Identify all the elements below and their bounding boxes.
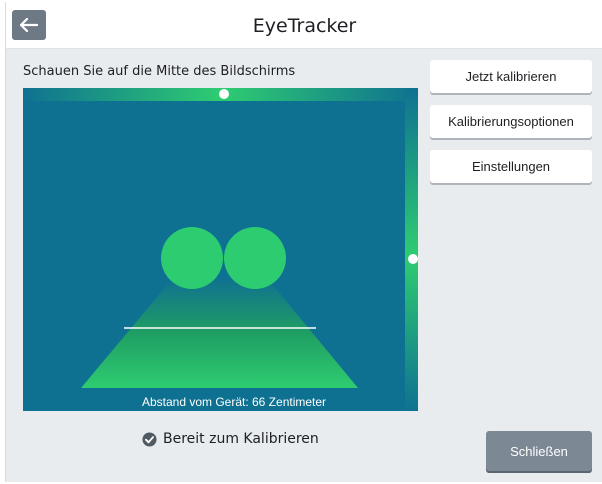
- left-eye: [161, 227, 223, 289]
- status-indicator: Bereit zum Kalibrieren: [142, 431, 319, 447]
- eyetracker-window: EyeTracker Schauen Sie auf die Mitte des…: [5, 2, 602, 482]
- app-title: EyeTracker: [252, 15, 357, 37]
- right-eye: [224, 227, 286, 289]
- tracking-cone: [81, 278, 358, 388]
- close-button[interactable]: Schließen: [486, 431, 592, 471]
- horizontal-position-marker: [219, 89, 229, 99]
- vertical-position-bar: [405, 88, 418, 411]
- tracker-viewport: Abstand vom Gerät: 66 Zentimeter: [23, 88, 418, 411]
- settings-button[interactable]: Einstellungen: [430, 150, 592, 183]
- distance-label: Abstand vom Gerät: 66 Zentimeter: [142, 395, 326, 409]
- calibration-options-button[interactable]: Kalibrierungsoptionen: [430, 105, 592, 138]
- calibrate-now-button[interactable]: Jetzt kalibrieren: [430, 60, 592, 93]
- vertical-position-marker: [408, 254, 418, 264]
- title-bar: EyeTracker: [6, 2, 602, 49]
- instruction-text: Schauen Sie auf die Mitte des Bildschirm…: [23, 64, 296, 79]
- status-label: Bereit zum Kalibrieren: [163, 431, 319, 447]
- tracker-visualization: Abstand vom Gerät: 66 Zentimeter: [23, 88, 418, 411]
- check-circle-icon: [142, 431, 157, 447]
